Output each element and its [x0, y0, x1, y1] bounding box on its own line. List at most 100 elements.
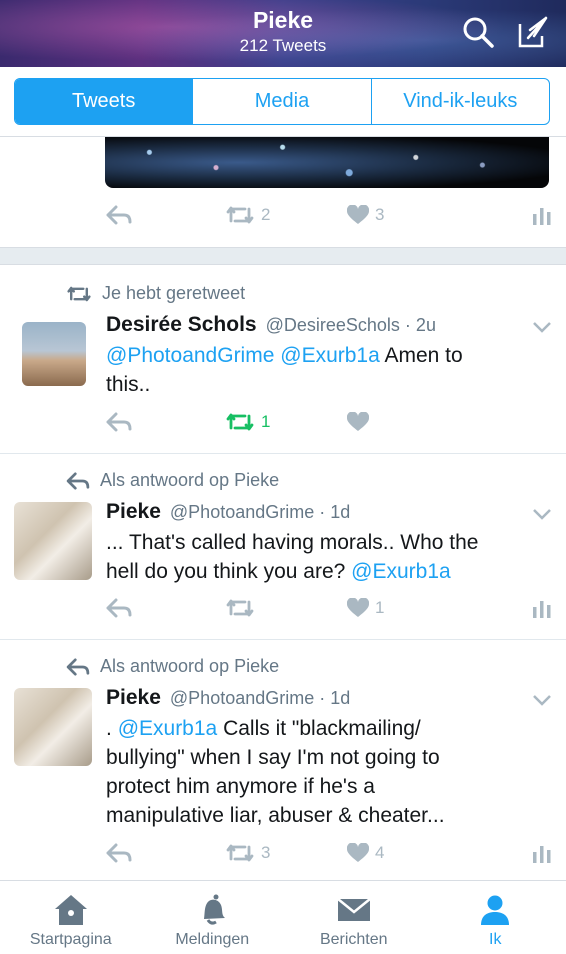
retweet-button[interactable] [225, 598, 255, 618]
author-handle-time: @PhotoandGrime · 1d [169, 688, 351, 708]
analytics-button[interactable] [533, 843, 551, 863]
analytics-button[interactable] [533, 205, 551, 225]
reply-icon [66, 657, 90, 676]
retweet-button[interactable]: 3 [225, 843, 270, 863]
bell-icon [204, 894, 226, 925]
retweet-count: 1 [261, 412, 271, 431]
compose-icon[interactable] [516, 14, 552, 50]
mention-link[interactable]: @PhotoandGrime [106, 344, 274, 367]
heart-icon [347, 205, 369, 224]
author-name: Pieke [106, 500, 161, 523]
retweet-icon [67, 286, 91, 301]
avatar[interactable] [14, 688, 92, 766]
like-count: 1 [375, 598, 385, 617]
tweet-author[interactable]: Pieke @PhotoandGrime · 1d [106, 500, 350, 524]
avatar[interactable] [22, 322, 86, 386]
reply-button[interactable] [106, 598, 132, 618]
like-count: 4 [375, 843, 385, 862]
tweet-body: protect him anymore if he's a [106, 775, 375, 798]
mention-link[interactable]: @Exurb1a [351, 560, 451, 583]
retweet-icon [226, 206, 254, 224]
nav-label: Meldingen [175, 931, 250, 948]
reply-icon [66, 471, 90, 490]
analytics-icon [533, 846, 551, 863]
reply-button[interactable] [106, 412, 132, 432]
profile-tabs-bar: Tweets Media Vind-ik-leuks [0, 67, 566, 137]
nav-label: Berichten [319, 931, 388, 948]
retweet-count: 2 [261, 205, 271, 224]
tweet-text: . @Exurb1a Calls it "blackmailing/ bully… [106, 714, 546, 830]
bottom-tab-bar: Startpagina Meldingen Berichten Ik [0, 880, 566, 954]
like-button[interactable]: 3 [347, 205, 384, 225]
reply-button[interactable] [106, 205, 132, 225]
nav-label: Ik [489, 931, 502, 948]
mention-link[interactable]: @Exurb1a [118, 717, 218, 740]
retweet-count: 3 [261, 843, 271, 862]
tweet-image[interactable] [105, 137, 549, 188]
tweet-actions: 3 4 [0, 843, 566, 869]
tweet-author[interactable]: Desirée Schols @DesireeSchols · 2u [106, 313, 436, 337]
tweet-item[interactable]: Je hebt geretweet Desirée Schols @Desire… [0, 266, 566, 454]
person-icon [481, 895, 510, 925]
tweet-actions: 1 [0, 598, 566, 624]
like-button[interactable] [347, 412, 369, 432]
tweet-body: manipulative liar, abuser & cheater... [106, 804, 445, 827]
tweet-body: Calls it "blackmailing/ [223, 717, 421, 740]
nav-home[interactable]: Startpagina [0, 881, 142, 954]
tweet-body: hell do you think you are? [106, 560, 346, 583]
author-handle-time: @DesireeSchols · 2u [265, 315, 436, 335]
partial-tweet: 2 3 [0, 137, 566, 247]
retweet-button[interactable]: 2 [225, 205, 270, 225]
nav-messages[interactable]: Berichten [283, 881, 425, 954]
home-icon [54, 895, 87, 925]
chevron-down-icon[interactable] [532, 320, 552, 334]
analytics-icon [533, 601, 551, 618]
tweet-text: @PhotoandGrime @Exurb1a Amen to this.. [106, 341, 546, 399]
search-icon[interactable] [460, 14, 496, 50]
retweet-button[interactable]: 1 [225, 412, 270, 432]
analytics-icon [533, 208, 551, 225]
tweet-body: this.. [106, 373, 151, 396]
retweet-icon [226, 599, 254, 617]
analytics-button[interactable] [533, 598, 551, 618]
social-context-text: Je hebt geretweet [102, 283, 246, 303]
like-count: 3 [375, 205, 385, 224]
avatar[interactable] [14, 502, 92, 580]
tab-media[interactable]: Media [192, 79, 370, 124]
author-name: Pieke [106, 686, 161, 709]
reply-button[interactable] [106, 843, 132, 863]
retweet-icon [226, 844, 254, 862]
tweet-body: ... That's called having morals.. Who th… [106, 531, 479, 554]
author-handle-time: @PhotoandGrime · 1d [169, 502, 351, 522]
tweet-item[interactable]: Als antwoord op Pieke Pieke @PhotoandGri… [0, 640, 566, 880]
tweet-body: Amen to [384, 344, 463, 367]
envelope-icon [336, 898, 371, 921]
tweet-item[interactable]: Als antwoord op Pieke Pieke @PhotoandGri… [0, 454, 566, 640]
tweet-actions: 2 3 [0, 205, 566, 231]
tweet-body: . [106, 717, 112, 740]
reply-context: Als antwoord op Pieke [66, 470, 279, 491]
social-context-text: Als antwoord op Pieke [100, 656, 280, 676]
reply-icon [106, 843, 132, 863]
tab-likes[interactable]: Vind-ik-leuks [370, 79, 549, 124]
chevron-down-icon[interactable] [532, 507, 552, 521]
tweet-author[interactable]: Pieke @PhotoandGrime · 1d [106, 686, 350, 710]
tweet-text: ... That's called having morals.. Who th… [106, 528, 546, 586]
tab-tweets[interactable]: Tweets [15, 79, 193, 124]
timeline-separator [0, 247, 566, 265]
heart-icon [347, 412, 369, 431]
mention-link[interactable]: @Exurb1a [280, 344, 380, 367]
heart-icon [347, 843, 369, 862]
like-button[interactable]: 1 [347, 598, 384, 618]
social-context-text: Als antwoord op Pieke [100, 470, 280, 490]
reply-icon [106, 205, 132, 225]
like-button[interactable]: 4 [347, 843, 384, 863]
tweet-actions: 1 [0, 412, 566, 438]
chevron-down-icon[interactable] [532, 693, 552, 707]
nav-me[interactable]: Ik [425, 881, 566, 954]
reply-icon [106, 598, 132, 618]
nav-notifications[interactable]: Meldingen [142, 881, 284, 954]
heart-icon [347, 598, 369, 617]
nav-label: Startpagina [29, 931, 112, 948]
author-name: Desirée Schols [106, 313, 257, 336]
